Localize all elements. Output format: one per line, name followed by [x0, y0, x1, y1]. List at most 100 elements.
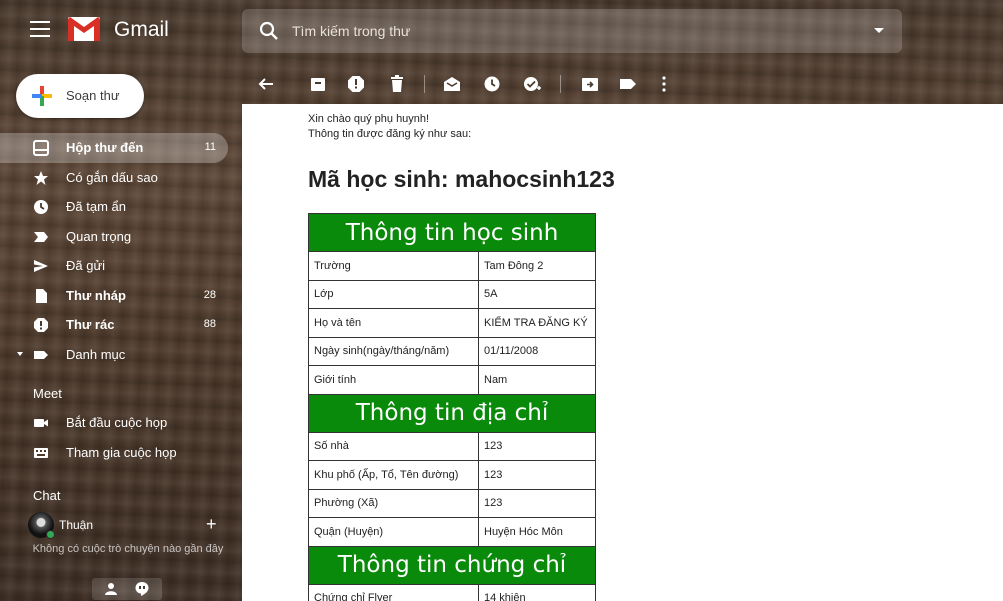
sidebar-item-starred[interactable]: Có gắn dấu sao	[0, 163, 228, 193]
spam-icon	[34, 318, 48, 332]
back-arrow-icon[interactable]	[256, 74, 276, 94]
row-key: Lớp	[308, 279, 479, 309]
search-icon[interactable]	[258, 20, 280, 42]
row-value: Tam Đông 2	[478, 251, 596, 281]
meet-section-title: Meet	[33, 386, 62, 401]
sidebar-item-label: Thư nháp	[66, 287, 126, 303]
row-value: 5A	[478, 279, 596, 309]
top-bar: Gmail	[0, 0, 1003, 62]
table-row: Lớp 5A	[308, 279, 596, 309]
more-options-icon[interactable]	[654, 74, 674, 94]
row-key: Khu phố (Ấp, Tổ, Tên đường)	[308, 460, 479, 490]
labels-icon[interactable]	[618, 74, 638, 94]
student-code-title: Mã học sinh: mahocsinh123	[308, 166, 615, 192]
chat-empty-text: Không có cuộc trò chuyện nào gần đây	[32, 543, 224, 555]
sidebar-item-drafts[interactable]: Thư nháp 28	[0, 281, 228, 311]
archive-icon[interactable]	[308, 74, 328, 94]
sidebar-item-categories[interactable]: Danh mục	[0, 340, 228, 370]
draft-count: 28	[203, 288, 216, 301]
email-body: Xin chào quý phụ huynh! Thông tin được đ…	[242, 104, 1003, 601]
hangouts-icon[interactable]	[134, 581, 150, 597]
mark-unread-icon[interactable]	[442, 74, 462, 94]
sidebar-item-label: Quan trọng	[66, 228, 132, 244]
sidebar-item-sent[interactable]: Đã gửi	[0, 251, 228, 281]
sidebar-item-label: Thư rác	[66, 317, 115, 332]
sidebar-nav: Hộp thư đến 11 Có gắn dấu sao Đã tạm ẩn …	[0, 133, 240, 369]
table-row: Trường Tam Đông 2	[308, 251, 596, 281]
email-greeting-block: Xin chào quý phụ huynh! Thông tin được đ…	[308, 112, 471, 142]
label-icon	[34, 350, 48, 359]
email-greeting: Xin chào quý phụ huynh!	[308, 113, 430, 125]
chat-user-row[interactable]: Thuận +	[28, 512, 228, 540]
table-row: Quận (Huyện) Huyện Hóc Môn	[308, 517, 596, 547]
draft-icon	[36, 288, 47, 303]
spam-count: 88	[203, 318, 216, 330]
row-value: 123	[478, 431, 596, 461]
search-input[interactable]	[292, 9, 852, 53]
sidebar-item-label: Danh mục	[66, 346, 126, 362]
row-key: Số nhà	[308, 431, 479, 461]
sidebar-item-snoozed[interactable]: Đã tạm ẩn	[0, 192, 228, 222]
move-to-icon[interactable]	[580, 74, 600, 94]
sidebar-item-spam[interactable]: Thư rác 88	[0, 310, 228, 340]
section-header-address: Thông tin địa chỉ	[308, 393, 596, 433]
sidebar-item-label: Hộp thư đến	[66, 140, 144, 155]
meet-join-label: Tham gia cuộc họp	[66, 445, 177, 460]
sidebar-item-important[interactable]: Quan trọng	[0, 222, 228, 252]
row-key: Trường	[308, 251, 479, 281]
meet-start-meeting[interactable]: Bắt đầu cuộc họp	[0, 408, 228, 437]
row-key: Giới tính	[308, 365, 479, 395]
inbox-icon	[33, 140, 49, 156]
search-options-icon[interactable]	[874, 28, 884, 33]
sidebar-item-inbox[interactable]: Hộp thư đến 11	[0, 133, 228, 163]
row-key: Phường (Xã)	[308, 488, 479, 518]
search-bar	[242, 9, 902, 53]
table-row: Số nhà 123	[308, 431, 596, 461]
delete-icon[interactable]	[387, 74, 407, 94]
gmail-logo-icon[interactable]	[67, 16, 101, 42]
online-status-icon	[46, 530, 55, 539]
clock-icon	[34, 200, 48, 214]
table-row: Ngày sinh(ngày/tháng/năm) 01/11/2008	[308, 336, 596, 366]
table-row: Chứng chỉ Flyer 14 khiên	[308, 583, 596, 601]
add-to-tasks-icon[interactable]	[522, 74, 542, 94]
gmail-wordmark[interactable]: Gmail	[114, 18, 169, 42]
toolbar-divider	[424, 75, 425, 93]
sidebar-item-label: Đã tạm ẩn	[66, 199, 126, 214]
contacts-icon[interactable]	[104, 582, 118, 596]
email-intro: Thông tin được đăng ký như sau:	[308, 128, 472, 140]
meet-join-meeting[interactable]: Tham gia cuộc họp	[0, 438, 228, 467]
meet-start-label: Bắt đầu cuộc họp	[66, 415, 168, 430]
row-value: Huyện Hóc Môn	[478, 517, 596, 547]
row-key: Chứng chỉ Flyer	[308, 583, 479, 601]
table-row: Giới tính Nam	[308, 365, 596, 395]
new-chat-plus-icon[interactable]: +	[206, 514, 217, 535]
expand-arrow-icon[interactable]	[17, 351, 23, 356]
unread-count: 11	[204, 141, 216, 153]
section-header-certificate: Thông tin chứng chỉ	[308, 545, 596, 585]
row-value: 123	[478, 488, 596, 518]
row-value: 123	[478, 460, 596, 490]
video-camera-icon	[34, 419, 48, 427]
registration-table: Thông tin học sinh Trường Tam Đông 2 Lớp 5…	[308, 213, 596, 601]
row-value: Nam	[478, 365, 596, 395]
chat-section-title: Chat	[33, 488, 61, 503]
report-spam-icon[interactable]	[346, 74, 366, 94]
sidebar-item-label: Có gắn dấu sao	[66, 169, 158, 185]
keyboard-icon	[34, 448, 48, 458]
bottom-switcher	[92, 578, 162, 600]
row-key: Họ và tên	[308, 308, 479, 338]
star-icon	[34, 170, 48, 185]
compose-label: Soạn thư	[66, 88, 120, 103]
chat-user-name[interactable]: Thuận	[59, 518, 93, 532]
table-row: Khu phố (Ấp, Tổ, Tên đường) 123	[308, 460, 596, 490]
row-key: Ngày sinh(ngày/tháng/năm)	[308, 336, 479, 366]
main-menu-icon[interactable]	[30, 21, 50, 37]
message-toolbar	[242, 66, 1003, 102]
row-value: 01/11/2008	[478, 336, 596, 366]
table-row: Họ và tên KIỂM TRA ĐĂNG KÝ	[308, 308, 596, 338]
important-icon	[34, 231, 48, 242]
compose-button[interactable]: Soạn thư	[16, 74, 144, 118]
snooze-icon[interactable]	[482, 74, 502, 94]
row-value: KIỂM TRA ĐĂNG KÝ	[478, 308, 596, 338]
